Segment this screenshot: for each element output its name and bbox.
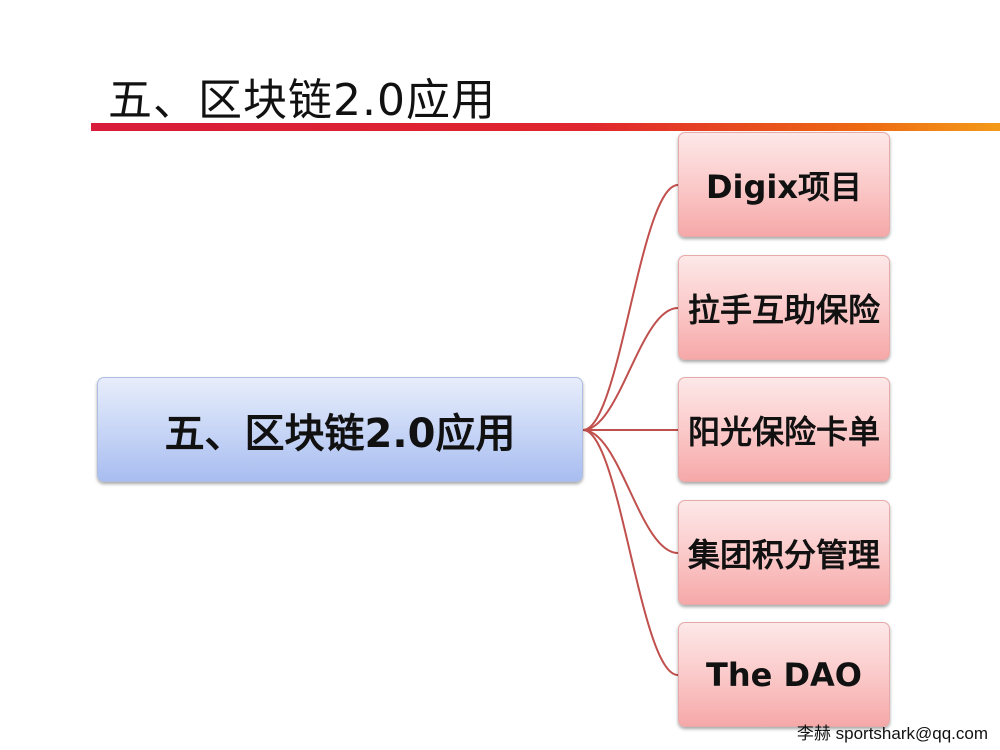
- child-node-label: 拉手互助保险: [687, 290, 880, 329]
- connector-digix: [582, 184, 679, 431]
- child-node-label: The DAO: [706, 655, 862, 694]
- root-node: 五、区块链2.0应用: [97, 377, 583, 482]
- child-node-label: 阳光保险卡单: [687, 412, 880, 451]
- child-node-digix: Digix项目: [678, 132, 890, 237]
- connector-dao: [582, 429, 679, 676]
- child-node-sunshine: 阳光保险卡单: [678, 377, 890, 482]
- connector-lashou: [582, 307, 679, 431]
- child-node-points: 集团积分管理: [678, 500, 890, 605]
- child-node-lashou: 拉手互助保险: [678, 255, 890, 360]
- root-node-label: 五、区块链2.0应用: [164, 410, 516, 457]
- child-node-label: Digix项目: [705, 167, 863, 206]
- child-node-dao: The DAO: [678, 622, 890, 727]
- child-node-label: 集团积分管理: [687, 535, 880, 574]
- footer-credit: 李赫 sportshark@qq.com: [796, 724, 988, 743]
- connector-points: [582, 429, 679, 554]
